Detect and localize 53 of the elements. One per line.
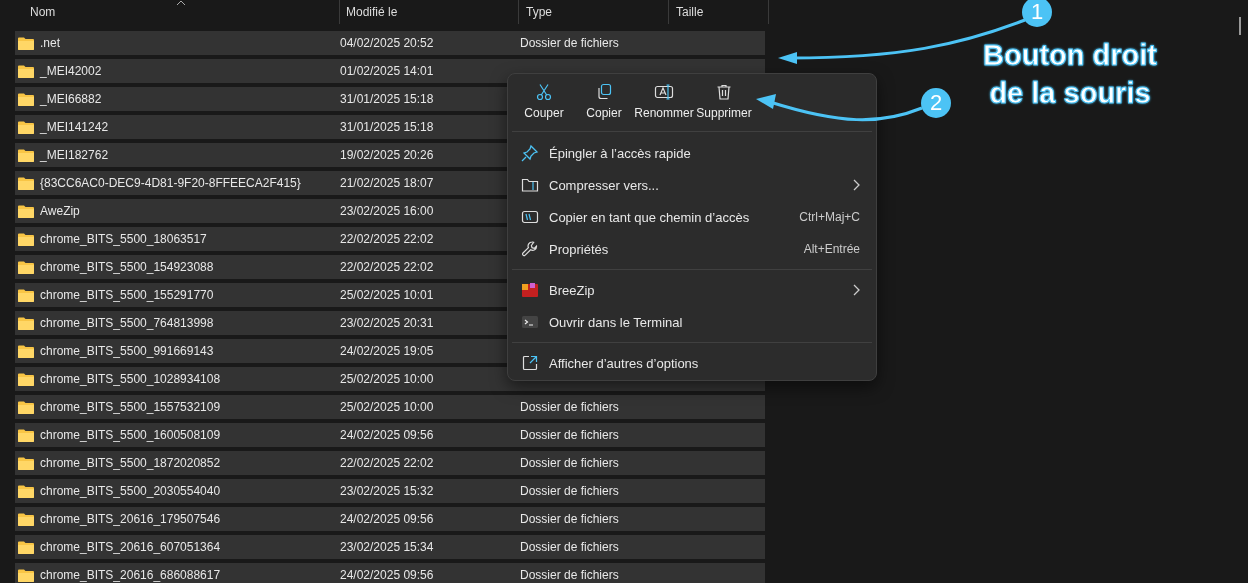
file-name: _MEI182762 xyxy=(40,148,109,162)
file-type: Dossier de fichiers xyxy=(520,36,619,50)
file-name: chrome_BITS_20616_179507546 xyxy=(40,512,221,526)
file-name: .net xyxy=(40,36,60,50)
file-name: chrome_BITS_5500_991669143 xyxy=(40,344,214,358)
modified-date: 01/02/2025 14:01 xyxy=(340,64,434,78)
file-name: chrome_BITS_5500_1028934108 xyxy=(40,372,221,386)
file-name: chrome_BITS_5500_154923088 xyxy=(40,260,214,274)
file-type: Dossier de fichiers xyxy=(520,484,619,498)
modified-date: 22/02/2025 22:02 xyxy=(340,232,434,246)
file-type: Dossier de fichiers xyxy=(520,540,619,554)
annotation-caption: Bouton droit de la souris xyxy=(982,38,1158,111)
file-name: chrome_BITS_5500_2030554040 xyxy=(40,484,221,498)
file-name: _MEI42002 xyxy=(40,64,102,78)
file-type: Dossier de fichiers xyxy=(520,428,619,442)
file-type: Dossier de fichiers xyxy=(520,568,619,582)
modified-date: 25/02/2025 10:01 xyxy=(340,288,434,302)
file-name: AweZip xyxy=(40,204,80,218)
modified-date: 23/02/2025 15:32 xyxy=(340,484,434,498)
file-name: chrome_BITS_5500_18063517 xyxy=(40,232,207,246)
file-name: chrome_BITS_5500_155291770 xyxy=(40,288,214,302)
modified-date: 23/02/2025 15:34 xyxy=(340,540,434,554)
shortcut-text: Ctrl+Maj+C xyxy=(799,210,860,224)
file-name: chrome_BITS_5500_1557532109 xyxy=(40,400,221,414)
file-name: {83CC6AC0-DEC9-4D81-9F20-8FFEECA2F415} xyxy=(40,176,301,190)
file-name: chrome_BITS_5500_764813998 xyxy=(40,316,214,330)
file-name: chrome_BITS_20616_686088617 xyxy=(40,568,221,582)
modified-date: 23/02/2025 20:31 xyxy=(340,316,434,330)
file-type: Dossier de fichiers xyxy=(520,400,619,414)
file-name: chrome_BITS_5500_1600508109 xyxy=(40,428,221,442)
step-badge: 2 xyxy=(921,88,951,118)
modified-date: 22/02/2025 22:02 xyxy=(340,260,434,274)
modified-date: 04/02/2025 20:52 xyxy=(340,36,434,50)
modified-date: 23/02/2025 16:00 xyxy=(340,204,434,218)
file-type: Dossier de fichiers xyxy=(520,456,619,470)
file-type: Dossier de fichiers xyxy=(520,512,619,526)
modified-date: 25/02/2025 10:00 xyxy=(340,372,434,386)
file-name: chrome_BITS_20616_607051364 xyxy=(40,540,221,554)
modified-date: 24/02/2025 19:05 xyxy=(340,344,434,358)
file-name: _MEI66882 xyxy=(40,92,102,106)
modified-date: 19/02/2025 20:26 xyxy=(340,148,434,162)
file-name: _MEI141242 xyxy=(40,120,109,134)
modified-date: 31/01/2025 15:18 xyxy=(340,92,434,106)
modified-date: 25/02/2025 10:00 xyxy=(340,400,434,414)
modified-date: 24/02/2025 09:56 xyxy=(340,428,434,442)
modified-date: 31/01/2025 15:18 xyxy=(340,120,434,134)
modified-date: 21/02/2025 18:07 xyxy=(340,176,434,190)
file-name: chrome_BITS_5500_1872020852 xyxy=(40,456,221,470)
shortcut-text: Alt+Entrée xyxy=(803,242,860,256)
step-badge: 1 xyxy=(1022,0,1052,27)
modified-date: 22/02/2025 22:02 xyxy=(340,456,434,470)
modified-date: 24/02/2025 09:56 xyxy=(340,512,434,526)
modified-date: 24/02/2025 09:56 xyxy=(340,568,434,582)
